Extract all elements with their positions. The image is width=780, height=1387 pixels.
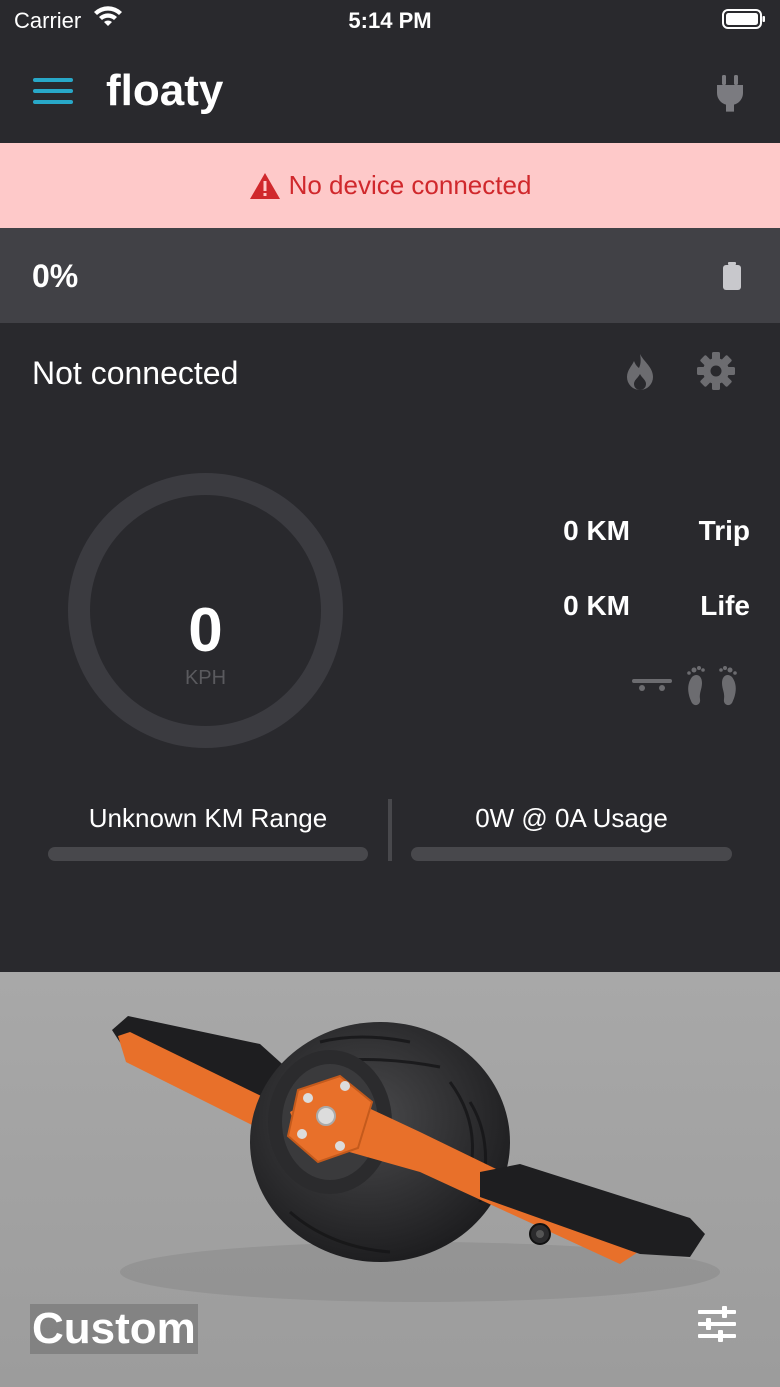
battery-status-icon bbox=[722, 9, 765, 29]
status-time: 5:14 PM bbox=[348, 8, 432, 33]
speed-gauge: 0 KPH bbox=[68, 473, 343, 748]
battery-percent: 0% bbox=[32, 258, 79, 294]
flame-icon[interactable] bbox=[624, 353, 656, 391]
alert-text: No device connected bbox=[288, 170, 532, 200]
range-progress-bar bbox=[48, 847, 368, 861]
skateboard-icon[interactable] bbox=[632, 673, 672, 697]
feet-icon[interactable] bbox=[684, 663, 740, 707]
trip-value: 0 KM bbox=[563, 515, 630, 546]
app-title: floaty bbox=[106, 66, 224, 115]
life-value: 0 KM bbox=[563, 590, 630, 621]
gear-icon[interactable] bbox=[696, 351, 736, 391]
usage-label: 0W @ 0A Usage bbox=[475, 803, 668, 833]
ride-mode-label: Custom bbox=[30, 1304, 198, 1354]
range-label: Unknown KM Range bbox=[88, 803, 328, 833]
sliders-icon[interactable] bbox=[698, 1306, 736, 1342]
app-header: floaty bbox=[0, 40, 780, 143]
stats-divider bbox=[388, 799, 392, 861]
life-label: Life bbox=[700, 590, 750, 621]
trip-stat: 0 KM Trip bbox=[450, 515, 750, 555]
battery-row: 0% bbox=[0, 228, 780, 323]
status-bar: Carrier 5:14 PM bbox=[0, 0, 780, 40]
life-stat: 0 KM Life bbox=[450, 590, 750, 630]
speed-unit: KPH bbox=[184, 667, 227, 689]
board-image-area[interactable]: Custom bbox=[0, 972, 780, 1387]
connection-status: Not connected bbox=[32, 355, 239, 391]
no-device-alert-banner: No device connected bbox=[0, 143, 780, 228]
warning-icon bbox=[249, 172, 280, 199]
plug-icon[interactable] bbox=[714, 73, 746, 113]
hamburger-menu-icon[interactable] bbox=[33, 78, 73, 106]
trip-label: Trip bbox=[698, 515, 750, 546]
main-panel: Not connected 0 KPH 0 KM Trip 0 KM Life bbox=[0, 323, 780, 973]
usage-progress-bar bbox=[411, 847, 732, 861]
battery-icon bbox=[723, 262, 741, 290]
speed-value: 0 bbox=[188, 596, 223, 665]
